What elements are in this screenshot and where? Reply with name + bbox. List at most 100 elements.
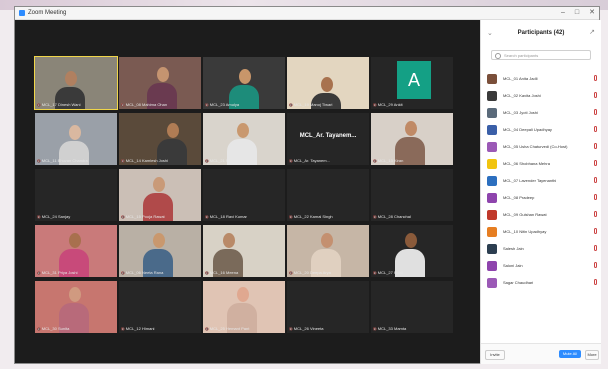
participant-row[interactable]: MCL_07 Lavender Tayenanthi	[487, 174, 599, 188]
participant-face	[167, 123, 179, 138]
avatar	[487, 91, 497, 101]
video-tile[interactable]: MCL_19 Manoj Tiwari	[287, 57, 369, 109]
video-tile[interactable]: MCL_13 Kiran	[371, 113, 453, 165]
participant-name: MCL_01 Anita Jadli	[503, 76, 538, 81]
video-tile[interactable]: MCL_25 Hemant Pant	[203, 281, 285, 333]
participant-name: MCL_08 Pradeep	[503, 195, 535, 200]
participant-face	[237, 287, 249, 302]
participant-name-label: MCL_21 Neha Bisht	[205, 158, 246, 164]
muted-mic-icon[interactable]	[594, 143, 597, 149]
muted-mic-icon[interactable]	[594, 160, 597, 166]
participant-row[interactable]: MCL_10 Nitin Upadhyay	[487, 225, 599, 239]
participant-row[interactable]: Saloni Jain	[487, 259, 599, 273]
close-icon[interactable]: ✕	[589, 7, 595, 19]
participant-face	[405, 233, 417, 248]
participant-face	[223, 233, 235, 248]
avatar	[487, 108, 497, 118]
video-tile[interactable]: MCL_06 Neeta Rana	[119, 225, 201, 277]
video-tile[interactable]: MCL_12 Himani	[119, 281, 201, 333]
minimize-icon[interactable]: –	[561, 7, 565, 19]
muted-mic-icon[interactable]	[594, 109, 597, 115]
participant-face	[321, 77, 333, 92]
participant-row[interactable]: MCL_09 Gulshan Rawat	[487, 208, 599, 222]
muted-mic-icon[interactable]	[594, 194, 597, 200]
participant-name: MCL_04 Deepali Upadhyay	[503, 127, 552, 132]
video-tile[interactable]: MCL_24 Sanjay	[35, 169, 117, 221]
participant-row[interactable]: Salesh Jain	[487, 242, 599, 256]
participant-face	[69, 125, 81, 140]
participant-row[interactable]: MCL_01 Anita Jadli	[487, 72, 599, 86]
window-controls: – □ ✕	[561, 7, 595, 19]
participant-row[interactable]: MCL_02 Kavita Joshi	[487, 89, 599, 103]
avatar	[487, 261, 497, 271]
participant-face	[69, 233, 81, 248]
popout-icon[interactable]: ↗	[589, 28, 595, 36]
video-tile[interactable]: MCL_30 Sunita	[35, 281, 117, 333]
participant-row[interactable]: MCL_06 Shobhana Mehra	[487, 157, 599, 171]
video-tile[interactable]: MCL_17 Dinesh Wani	[34, 56, 118, 110]
maximize-icon[interactable]: □	[575, 7, 579, 19]
participant-search-input[interactable]: Search participants	[491, 50, 591, 60]
video-tile[interactable]: MCL_18 Ravi Kumar	[203, 169, 285, 221]
participant-name: Salesh Jain	[503, 246, 524, 251]
video-tile[interactable]: MCL_26 Vineeta	[287, 281, 369, 333]
video-tile[interactable]: MCL_27 Rohit	[371, 225, 453, 277]
muted-mic-icon[interactable]	[594, 228, 597, 234]
participant-name-label: MCL_27 Rohit	[373, 270, 404, 276]
video-tile[interactable]: MCL_16 Meena	[203, 225, 285, 277]
participant-name-label: MCL_31 Priya Joshi	[37, 270, 78, 276]
invite-button[interactable]: Invite	[485, 350, 505, 360]
participant-row[interactable]: MCL_04 Deepali Upadhyay	[487, 123, 599, 137]
participant-row[interactable]: MCL_03 Jyoti Joshi	[487, 106, 599, 120]
video-tile[interactable]: MCL_31 Priya Joshi	[35, 225, 117, 277]
participants-footer: Invite Mute All More	[481, 343, 601, 364]
mute-all-button[interactable]: Mute All	[559, 350, 581, 358]
video-gallery: MCL_17 Dinesh Wani MCL_08 Mahima Ohan MCL_…	[34, 56, 455, 335]
zoom-app-icon	[19, 10, 25, 16]
video-tile[interactable]: MCL_14 Kamlesh Joshi	[119, 113, 201, 165]
participant-face	[153, 233, 165, 248]
avatar	[487, 159, 497, 169]
muted-mic-icon[interactable]	[594, 92, 597, 98]
participant-row[interactable]: Sagar Chaudhari	[487, 276, 599, 290]
video-tile[interactable]: MCL_21 Neha Bisht	[203, 113, 285, 165]
video-tile[interactable]: MCL_20 Deepa Arya	[287, 225, 369, 277]
muted-mic-icon[interactable]	[594, 126, 597, 132]
video-tile[interactable]: A MCL_29 Ankit	[371, 57, 453, 109]
participants-panel: ⌄ Participants (42) ↗ Search participant…	[480, 20, 601, 364]
participant-row[interactable]: MCL_08 Pradeep	[487, 191, 599, 205]
participant-name-label: MCL_06 Neeta Rana	[121, 270, 164, 276]
avatar	[487, 74, 497, 84]
video-tile[interactable]: MCL_15 Pooja Rawat	[119, 169, 201, 221]
participant-face	[157, 67, 169, 82]
muted-mic-icon[interactable]	[594, 177, 597, 183]
avatar	[487, 142, 497, 152]
participant-name-label: MCL_24 Sanjay	[37, 214, 70, 220]
participant-row[interactable]: MCL_05 Usha Chaturvedi (Co-Host)	[487, 140, 599, 154]
participant-name-label: MCL_Ar. Tayanem...	[289, 158, 330, 164]
video-tile[interactable]: MCL_33 Mamta	[371, 281, 453, 333]
avatar	[487, 210, 497, 220]
participant-name-label: MCL_18 Ravi Kumar	[205, 214, 247, 220]
video-tile[interactable]: MCL_08 Mahima Ohan	[119, 57, 201, 109]
muted-mic-icon[interactable]	[594, 75, 597, 81]
participant-face	[153, 177, 165, 192]
video-tile[interactable]: MCL_28 Chanchal	[371, 169, 453, 221]
participant-name: MCL_05 Usha Chaturvedi (Co-Host)	[503, 144, 568, 149]
participant-name-label: MCL_08 Mahima Ohan	[121, 102, 167, 108]
muted-mic-icon[interactable]	[594, 245, 597, 251]
muted-mic-icon[interactable]	[594, 211, 597, 217]
more-button[interactable]: More	[585, 350, 599, 360]
muted-mic-icon[interactable]	[594, 262, 597, 268]
video-tile[interactable]: MCL_11 Bhuvan Chandra	[35, 113, 117, 165]
participant-name-label: MCL_12 Himani	[121, 326, 155, 332]
participant-face	[405, 121, 417, 136]
video-tile[interactable]: MCL_Ar. Tayanem... MCL_Ar. Tayanem...	[287, 113, 369, 165]
participant-name: MCL_09 Gulshan Rawat	[503, 212, 547, 217]
avatar: A	[397, 61, 431, 99]
video-tile[interactable]: MCL_22 Kamal Singh	[287, 169, 369, 221]
video-tile[interactable]: MCL_23 Amulya	[203, 57, 285, 109]
avatar	[487, 227, 497, 237]
participant-name-label: MCL_33 Mamta	[373, 326, 406, 332]
muted-mic-icon[interactable]	[594, 279, 597, 285]
